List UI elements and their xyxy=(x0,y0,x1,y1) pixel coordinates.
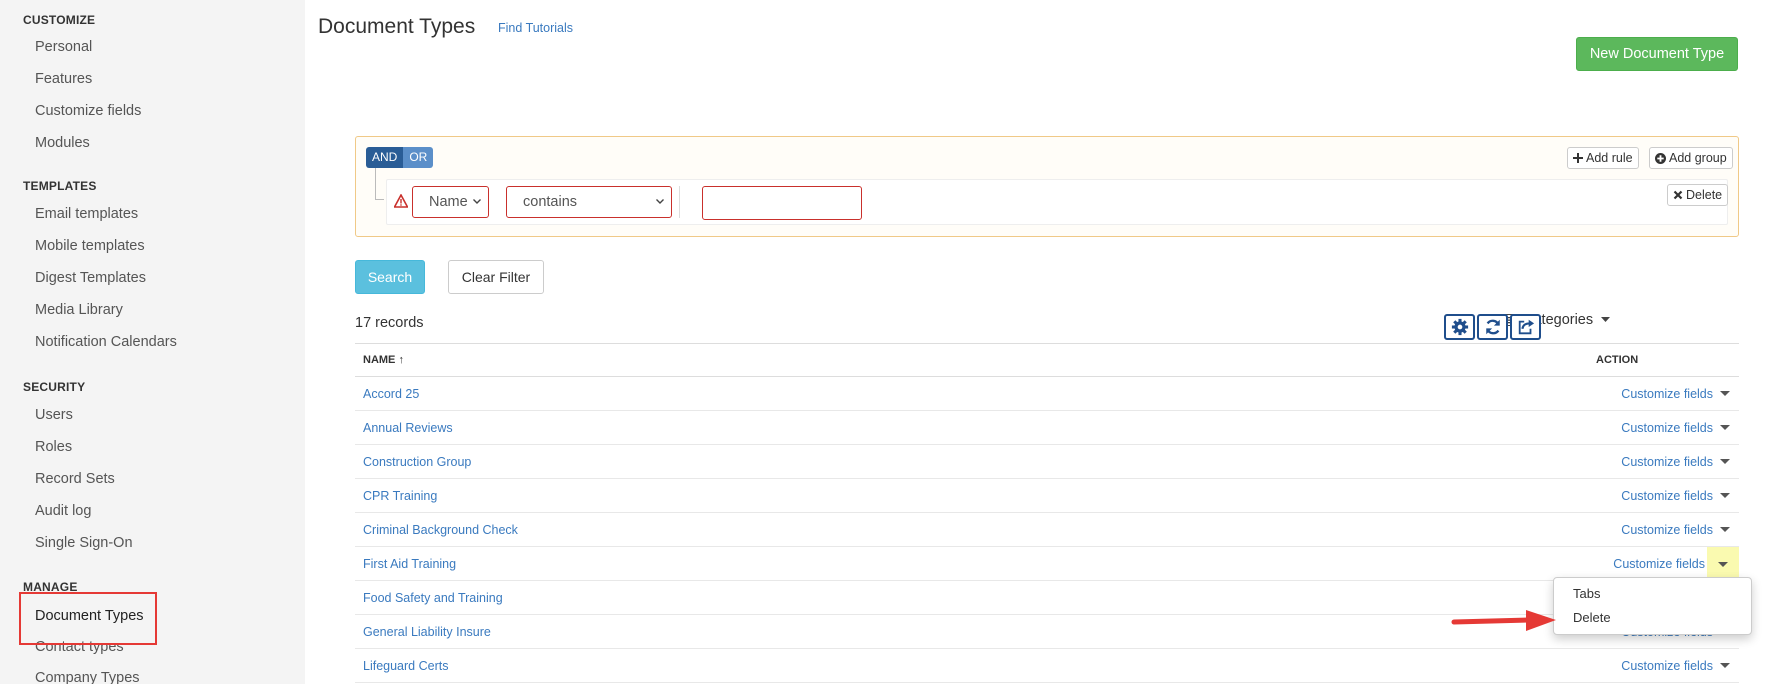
row-name-link[interactable]: Annual Reviews xyxy=(363,421,453,435)
sidebar-item-personal[interactable]: Personal xyxy=(35,39,92,55)
row-name-link[interactable]: Criminal Background Check xyxy=(363,523,518,537)
sidebar-item-record-sets[interactable]: Record Sets xyxy=(35,471,115,487)
row-name-link[interactable]: Construction Group xyxy=(363,455,471,469)
filter-rule-row: Name contains Delete xyxy=(386,179,1729,225)
sidebar: CUSTOMIZE Personal Features Customize fi… xyxy=(0,0,305,684)
add-rule-label: Add rule xyxy=(1586,151,1633,165)
table-row: Annual Reviews Customize fields xyxy=(355,411,1739,445)
table-row: Lifeguard Certs Customize fields xyxy=(355,649,1739,683)
row-name-link[interactable]: Accord 25 xyxy=(363,387,419,401)
add-group-button[interactable]: Add group xyxy=(1649,147,1733,169)
caret-down-icon[interactable] xyxy=(1719,489,1731,501)
refresh-icon xyxy=(1485,319,1500,335)
caret-down-icon[interactable] xyxy=(1719,659,1731,671)
tree-connector xyxy=(375,168,384,200)
gear-icon xyxy=(1451,318,1468,336)
row-action-link[interactable]: Customize fields xyxy=(1613,557,1705,571)
field-select-value: Name xyxy=(429,194,468,210)
row-action-link[interactable]: Customize fields xyxy=(1621,489,1713,503)
menu-item-delete[interactable]: Delete xyxy=(1573,610,1611,625)
clear-filter-button[interactable]: Clear Filter xyxy=(448,260,544,294)
or-button[interactable]: OR xyxy=(403,147,434,168)
plus-circle-icon xyxy=(1655,152,1666,164)
sidebar-item-email-templates[interactable]: Email templates xyxy=(35,206,138,222)
sidebar-item-users[interactable]: Users xyxy=(35,407,73,423)
sidebar-item-features[interactable]: Features xyxy=(35,71,92,87)
annotation-highlight-box xyxy=(19,592,157,645)
row-action-link[interactable]: Customize fields xyxy=(1621,421,1713,435)
table-row: Criminal Background Check Customize fiel… xyxy=(355,513,1739,547)
sidebar-item-customize-fields[interactable]: Customize fields xyxy=(35,103,141,119)
sidebar-item-mobile-templates[interactable]: Mobile templates xyxy=(35,238,145,254)
sidebar-item-digest-templates[interactable]: Digest Templates xyxy=(35,270,146,286)
and-button[interactable]: AND xyxy=(366,147,404,168)
section-templates: TEMPLATES xyxy=(23,179,97,193)
sidebar-item-media-library[interactable]: Media Library xyxy=(35,302,123,318)
chevron-down-icon xyxy=(473,199,481,204)
section-security: SECURITY xyxy=(23,380,86,394)
sidebar-item-notification-calendars[interactable]: Notification Calendars xyxy=(35,334,177,350)
caret-down-icon[interactable] xyxy=(1719,387,1731,399)
settings-button[interactable] xyxy=(1444,314,1475,340)
section-customize: CUSTOMIZE xyxy=(23,13,96,27)
sidebar-item-single-sign-on[interactable]: Single Sign-On xyxy=(35,535,133,551)
row-name-link[interactable]: Food Safety and Training xyxy=(363,591,503,605)
and-or-toggle: AND OR xyxy=(366,147,434,168)
warning-icon xyxy=(394,194,408,208)
row-name-link[interactable]: First Aid Training xyxy=(363,557,456,571)
row-action-toggle[interactable] xyxy=(1707,547,1739,581)
filter-builder: AND OR Add rule Add group Name contains xyxy=(355,136,1739,237)
refresh-button[interactable] xyxy=(1477,314,1508,340)
column-header-action: ACTION xyxy=(1596,354,1639,366)
filter-value-input[interactable] xyxy=(702,186,862,220)
chevron-down-icon xyxy=(656,199,664,204)
sidebar-item-audit-log[interactable]: Audit log xyxy=(35,503,91,519)
plus-icon xyxy=(1573,153,1583,163)
row-action-menu: Tabs Delete xyxy=(1553,577,1752,635)
operator-select-value: contains xyxy=(523,194,578,210)
add-rule-button[interactable]: Add rule xyxy=(1567,147,1639,169)
records-count: 17 records xyxy=(355,315,424,331)
sidebar-item-roles[interactable]: Roles xyxy=(35,439,72,455)
delete-rule-button[interactable]: Delete xyxy=(1667,184,1729,206)
table-row: Construction Group Customize fields xyxy=(355,445,1739,479)
table-row: Accord 25 Customize fields xyxy=(355,377,1739,411)
search-button[interactable]: Search xyxy=(355,260,425,294)
row-action-link[interactable]: Customize fields xyxy=(1621,455,1713,469)
separator xyxy=(679,186,680,218)
new-document-type-button[interactable]: New Document Type xyxy=(1576,37,1738,71)
row-action-link[interactable]: Customize fields xyxy=(1621,387,1713,401)
share-icon xyxy=(1518,319,1534,335)
caret-down-icon[interactable] xyxy=(1719,455,1731,467)
delete-rule-label: Delete xyxy=(1686,188,1723,202)
sidebar-item-company-types[interactable]: Company Types xyxy=(35,670,140,684)
caret-down-icon[interactable] xyxy=(1719,523,1731,535)
add-group-label: Add group xyxy=(1669,151,1727,165)
column-header-name[interactable]: NAME ↑ xyxy=(363,354,404,366)
close-icon xyxy=(1673,190,1683,200)
export-button[interactable] xyxy=(1510,314,1541,340)
row-action-link[interactable]: Customize fields xyxy=(1621,659,1713,673)
caret-down-icon xyxy=(1718,562,1728,567)
table-header: NAME ↑ ACTION xyxy=(355,343,1739,377)
table-row: CPR Training Customize fields xyxy=(355,479,1739,513)
field-select[interactable]: Name xyxy=(412,186,489,218)
caret-down-icon xyxy=(1601,317,1611,322)
find-tutorials-link[interactable]: Find Tutorials xyxy=(498,21,573,35)
row-name-link[interactable]: General Liability Insure xyxy=(363,625,491,639)
row-name-link[interactable]: Lifeguard Certs xyxy=(363,659,448,673)
menu-item-tabs[interactable]: Tabs xyxy=(1573,586,1600,601)
annotation-arrow-icon xyxy=(1451,610,1556,631)
row-action-link[interactable]: Customize fields xyxy=(1621,523,1713,537)
operator-select[interactable]: contains xyxy=(506,186,672,218)
page-title: Document Types xyxy=(318,15,476,38)
caret-down-icon[interactable] xyxy=(1719,421,1731,433)
sidebar-item-modules[interactable]: Modules xyxy=(35,135,90,151)
row-name-link[interactable]: CPR Training xyxy=(363,489,437,503)
table-row: First Aid Training Customize fields xyxy=(355,547,1739,581)
